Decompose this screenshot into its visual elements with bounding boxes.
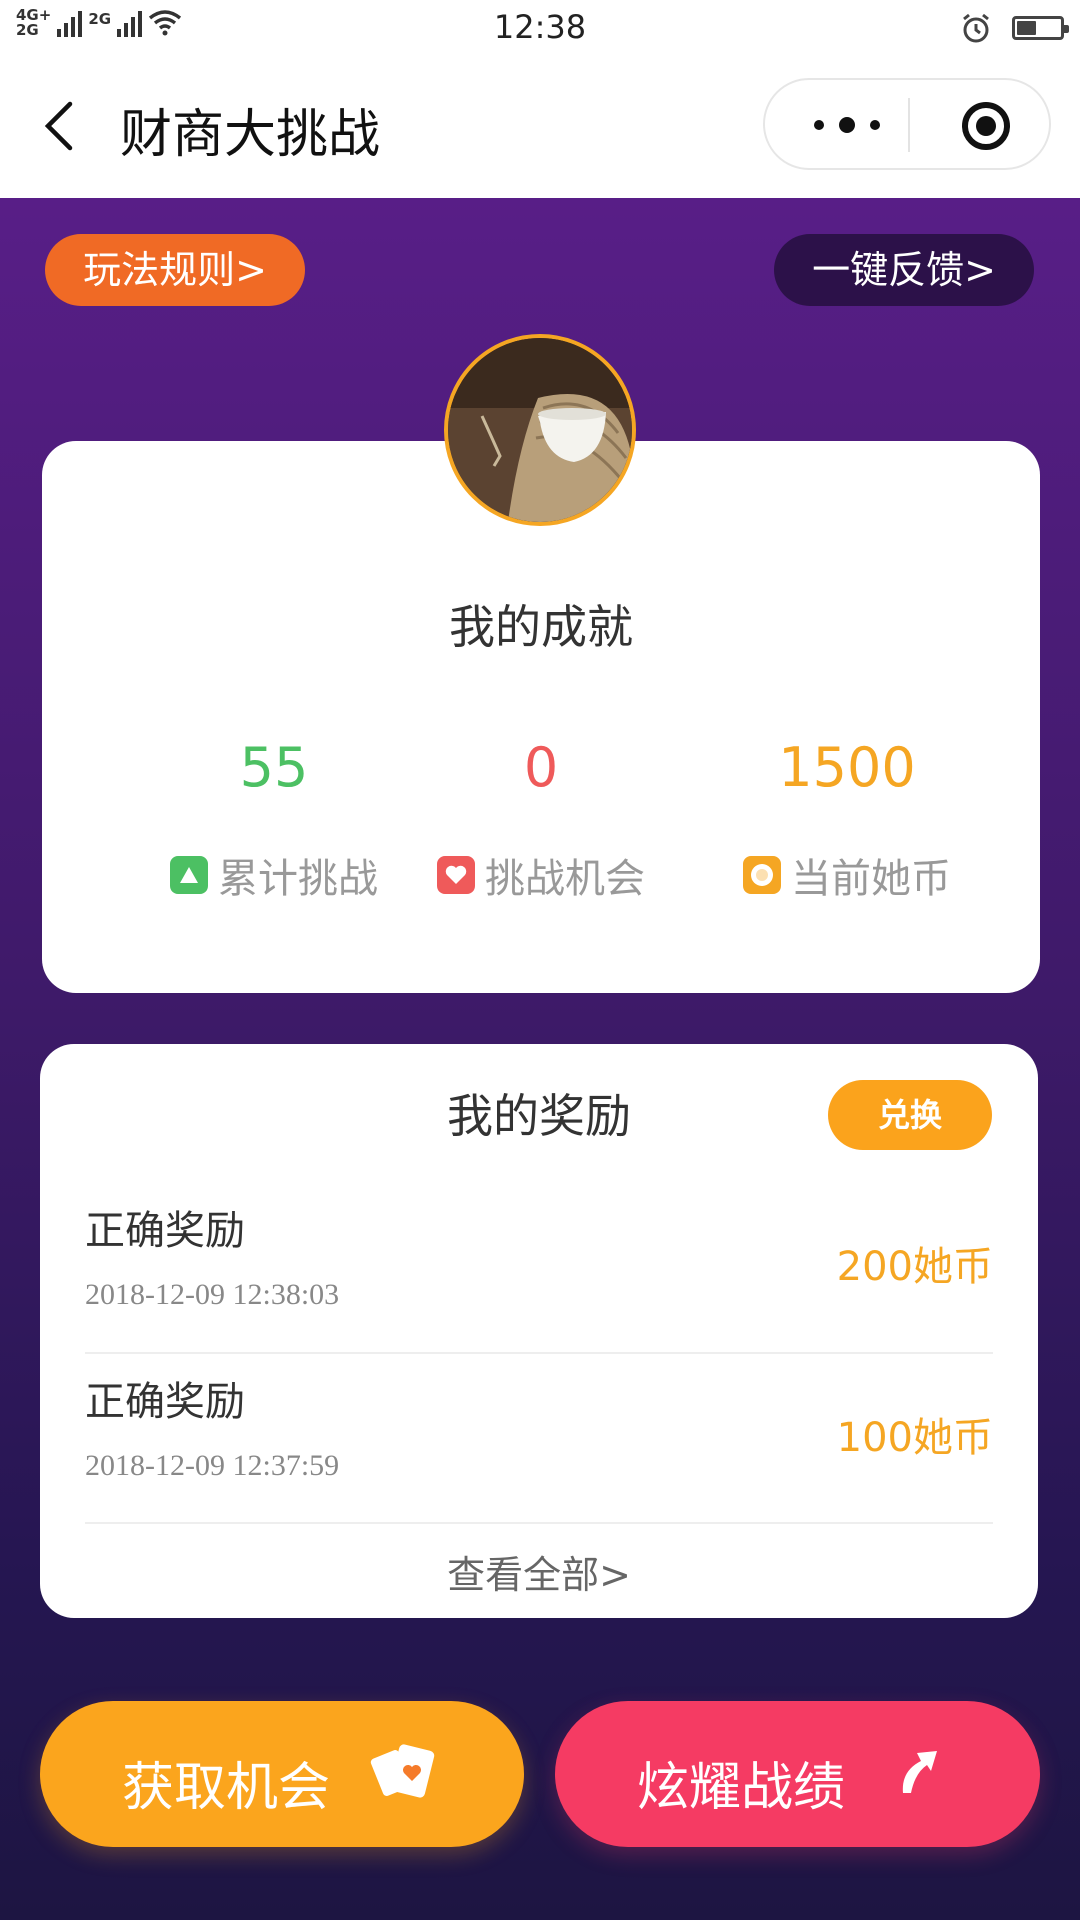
cards-icon [370,1744,435,1798]
avatar-image [448,338,632,522]
back-icon[interactable] [40,96,80,156]
reward-amount: 200她币 [836,1244,993,1290]
stat-label-row: 当前她币 [697,846,997,904]
rewards-card: 我的奖励 兑换 正确奖励 2018-12-09 12:38:03 200她币 正… [40,1044,1038,1618]
nav-bar: 财商大挑战 [0,58,1080,198]
stat-value: 0 [523,736,559,799]
feedback-button[interactable]: 一键反馈> [774,234,1034,306]
stat-label: 挑战机会 [485,856,645,902]
battery-level [1017,21,1036,35]
status-right [960,12,1069,44]
close-target-icon[interactable] [961,101,1011,151]
reward-item: 正确奖励 2018-12-09 12:37:59 100她币 [85,1347,993,1517]
reward-time: 2018-12-09 12:37:59 [85,1449,340,1482]
exchange-button[interactable]: 兑换 [828,1080,992,1150]
view-all-link[interactable]: 查看全部> [40,1544,1038,1599]
stat-value: 55 [239,736,309,799]
triangle-icon [170,856,208,894]
divider [85,1522,993,1524]
stat-label: 累计挑战 [218,856,378,902]
coin-icon [743,856,781,894]
rules-button[interactable]: 玩法规则> [45,234,305,306]
avatar [444,334,636,526]
reward-name: 正确奖励 [85,1379,245,1425]
stat-label: 当前她币 [791,856,951,902]
show-off-label: 炫耀战绩 [637,1758,846,1818]
page-title: 财商大挑战 [120,105,381,165]
status-bar: 4G+ 2G 2G 12:38 [0,0,1080,58]
get-chance-button[interactable]: 获取机会 [40,1701,524,1847]
reward-time: 2018-12-09 12:38:03 [85,1278,340,1311]
show-off-button[interactable]: 炫耀战绩 [555,1701,1040,1847]
mini-program-capsule [763,78,1051,170]
battery-icon [1012,16,1069,40]
share-arrow-icon [902,1751,937,1793]
capsule-divider [908,98,910,152]
stat-label-row: 挑战机会 [391,846,691,904]
achievements-title: 我的成就 [449,600,633,654]
main-content: 玩法规则> 一键反馈> 我的成就 55 累计挑战 0 挑战机会 1500 当前她… [0,198,1080,1920]
reward-item: 正确奖励 2018-12-09 12:38:03 200她币 [85,1176,993,1346]
alarm-icon [963,13,989,43]
stat-label-row: 累计挑战 [124,846,424,904]
more-icon[interactable] [811,114,883,136]
stat-value: 1500 [778,736,916,799]
reward-name: 正确奖励 [85,1208,245,1254]
status-time: 12:38 [493,8,587,46]
heart-icon [437,856,475,894]
reward-amount: 100她币 [836,1415,993,1461]
get-chance-label: 获取机会 [122,1758,331,1818]
